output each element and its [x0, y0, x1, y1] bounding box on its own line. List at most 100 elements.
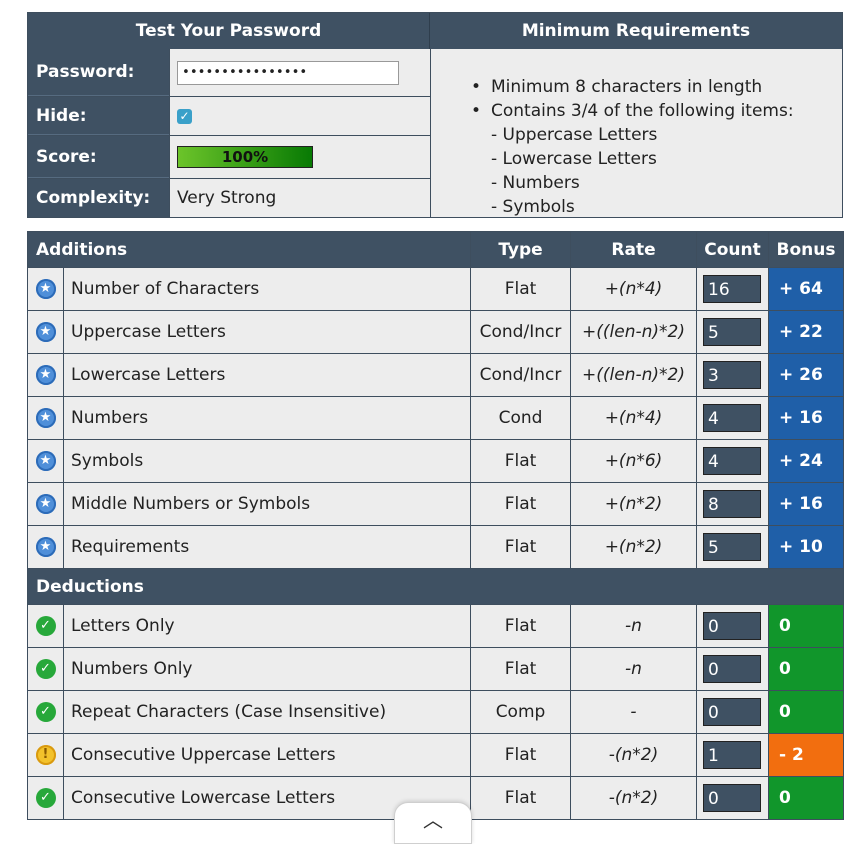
row-name: Requirements [63, 525, 471, 569]
requirement-item: Minimum 8 characters in length [471, 75, 794, 99]
count-input[interactable]: 4 [703, 447, 761, 475]
check-circle-icon: ✓ [35, 702, 56, 722]
count-input[interactable]: 3 [703, 361, 761, 389]
row-rate: +(n*2) [570, 482, 697, 526]
row-rate: -(n*2) [570, 776, 697, 820]
bonus-value: + 10 [768, 525, 844, 569]
row-rate: +(n*4) [570, 396, 697, 440]
check-circle-icon: ✓ [35, 788, 56, 808]
count-input[interactable]: 5 [703, 318, 761, 346]
count-input[interactable]: 5 [703, 533, 761, 561]
row-name: Lowercase Letters [63, 353, 471, 397]
row-name: Symbols [63, 439, 471, 483]
row-name: Consecutive Uppercase Letters [63, 733, 471, 777]
hide-checkbox[interactable]: ✓ [177, 108, 192, 124]
rate-header: Rate [570, 231, 697, 268]
minimum-requirements-header: Minimum Requirements [430, 13, 842, 49]
row-type: Cond/Incr [470, 310, 571, 354]
requirement-sub-item: - Symbols [491, 197, 575, 217]
complexity-label: Complexity: [28, 179, 169, 217]
bonus-value: + 24 [768, 439, 844, 483]
requirement-item: Contains 3/4 of the following items: [471, 99, 794, 123]
count-input[interactable]: 0 [703, 698, 761, 726]
row-name: Numbers Only [63, 647, 471, 691]
requirements-list: Minimum 8 characters in length Contains … [471, 75, 794, 219]
table-row: ★ Middle Numbers or Symbols Flat +(n*2) 8 + 1… [27, 482, 844, 526]
row-name: Repeat Characters (Case Insensitive) [63, 690, 471, 734]
table-row: ★ Lowercase Letters Cond/Incr +((len-n)*2) 3… [27, 353, 844, 397]
bonus-value: 0 [768, 647, 844, 691]
password-row: Password: •••••••••••••••• [28, 49, 430, 97]
row-rate: +((len-n)*2) [570, 310, 697, 354]
requirement-sub-item: - Uppercase Letters [491, 125, 658, 145]
star-circle-icon: ★ [35, 408, 56, 428]
row-name: Numbers [63, 396, 471, 440]
bonus-value: 0 [768, 776, 844, 820]
star-circle-icon: ★ [35, 451, 56, 471]
scroll-to-top-button[interactable]: ︿ [394, 802, 472, 844]
requirement-sub-item: - Lowercase Letters [491, 149, 657, 169]
count-input[interactable]: 8 [703, 490, 761, 518]
row-type: Flat [470, 439, 571, 483]
score-bar: 100% [177, 146, 313, 168]
table-row: ★ Numbers Cond +(n*4) 4 + 16 [27, 396, 844, 440]
row-rate: -(n*2) [570, 733, 697, 777]
table-row: ✓ Repeat Characters (Case Insensitive) Com… [27, 690, 844, 734]
star-circle-icon: ★ [35, 322, 56, 342]
bonus-value: + 16 [768, 482, 844, 526]
deductions-header-row: Deductions [27, 568, 844, 605]
row-type: Comp [470, 690, 571, 734]
row-rate: - [570, 690, 697, 734]
hide-row: Hide: ✓ [28, 97, 430, 136]
count-header: Count [696, 231, 769, 268]
password-label: Password: [28, 49, 169, 96]
row-rate: +(n*2) [570, 525, 697, 569]
count-input[interactable]: 0 [703, 612, 761, 640]
row-name: Uppercase Letters [63, 310, 471, 354]
bonus-value: + 22 [768, 310, 844, 354]
password-test-panel: Test Your Password Minimum Requirements … [27, 12, 843, 218]
row-type: Flat [470, 267, 571, 311]
password-input[interactable]: •••••••••••••••• [177, 60, 399, 85]
requirement-sub-item: - Numbers [491, 173, 580, 193]
additions-header: Additions [27, 231, 471, 268]
count-input[interactable]: 4 [703, 404, 761, 432]
bonus-value: - 2 [768, 733, 844, 777]
count-input[interactable]: 16 [703, 275, 761, 303]
star-circle-icon: ★ [35, 365, 56, 385]
count-input[interactable]: 0 [703, 655, 761, 683]
table-row: ✓ Numbers Only Flat -n 0 0 [27, 647, 844, 691]
score-value: 100% [221, 148, 269, 166]
row-type: Cond/Incr [470, 353, 571, 397]
count-input[interactable]: 0 [703, 784, 761, 812]
bonus-value: 0 [768, 690, 844, 734]
bonus-value: 0 [768, 604, 844, 648]
row-rate: +((len-n)*2) [570, 353, 697, 397]
table-row: ★ Requirements Flat +(n*2) 5 + 10 [27, 525, 844, 569]
row-rate: -n [570, 604, 697, 648]
star-circle-icon: ★ [35, 494, 56, 514]
deductions-header: Deductions [27, 568, 844, 605]
score-row: Score: 100% [28, 136, 430, 179]
row-type: Flat [470, 482, 571, 526]
row-name: Number of Characters [63, 267, 471, 311]
score-breakdown-table: Additions Type Rate Count Bonus ★ Number … [27, 231, 844, 820]
bonus-header: Bonus [768, 231, 844, 268]
row-rate: +(n*6) [570, 439, 697, 483]
row-type: Flat [470, 733, 571, 777]
row-name: Letters Only [63, 604, 471, 648]
count-input[interactable]: 1 [703, 741, 761, 769]
row-rate: +(n*4) [570, 267, 697, 311]
bonus-value: + 26 [768, 353, 844, 397]
bonus-value: + 64 [768, 267, 844, 311]
row-type: Flat [470, 776, 571, 820]
table-row: ✓ Letters Only Flat -n 0 0 [27, 604, 844, 648]
check-circle-icon: ✓ [35, 659, 56, 679]
row-type: Flat [470, 647, 571, 691]
table-row: ★ Number of Characters Flat +(n*4) 16 + 64 [27, 267, 844, 311]
star-circle-icon: ★ [35, 537, 56, 557]
row-type: Cond [470, 396, 571, 440]
complexity-row: Complexity: Very Strong [28, 179, 430, 217]
type-header: Type [470, 231, 571, 268]
exclamation-circle-icon: ! [35, 745, 56, 765]
